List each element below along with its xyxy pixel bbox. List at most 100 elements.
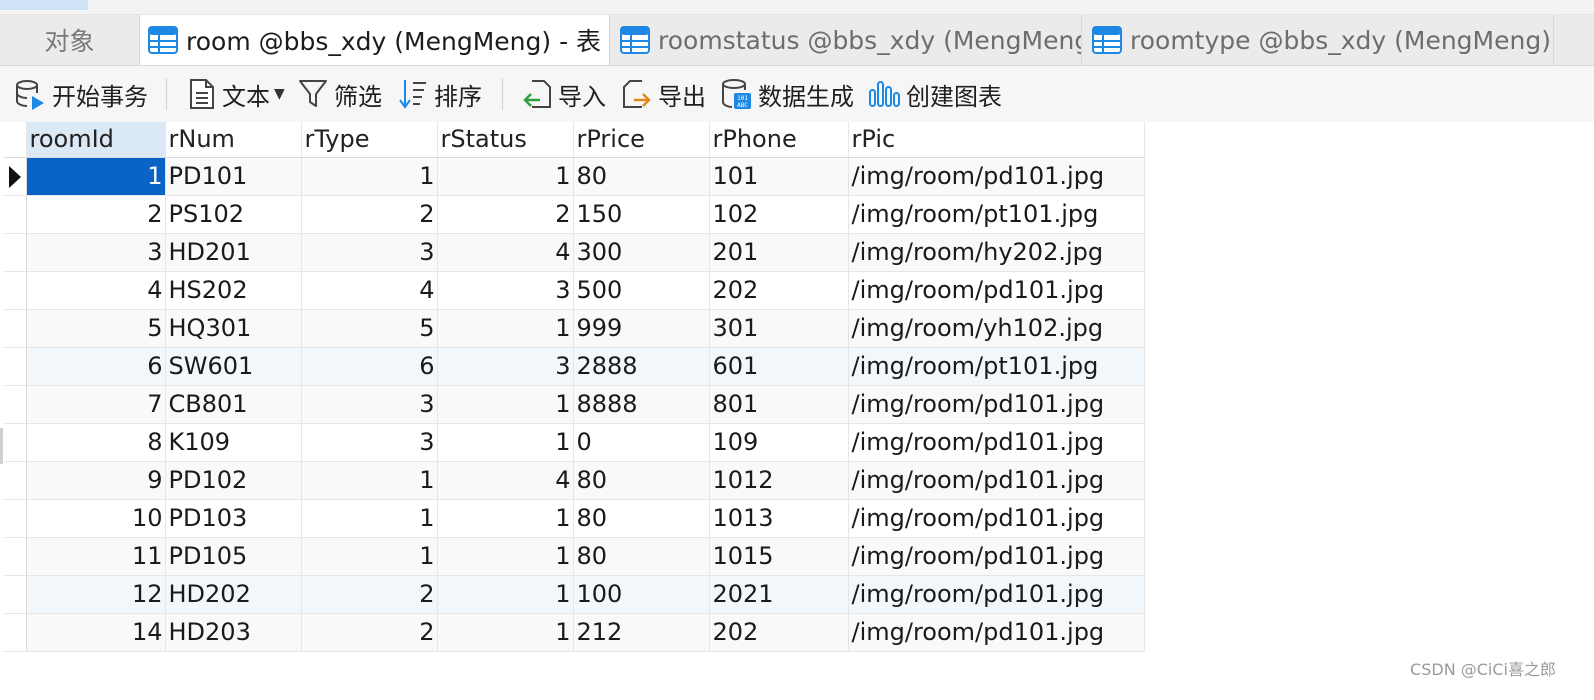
cell-rPhone[interactable]: 1015	[709, 537, 849, 576]
cell-rType[interactable]: 3	[301, 423, 438, 462]
cell-roomId[interactable]: 9	[26, 461, 166, 500]
cell-rPic[interactable]: /img/room/pd101.jpg	[848, 613, 1145, 652]
cell-rPrice[interactable]: 500	[573, 271, 710, 310]
panel-resize-handle[interactable]	[0, 428, 3, 464]
column-header-roomId[interactable]: roomId	[26, 122, 166, 158]
cell-rType[interactable]: 4	[301, 271, 438, 310]
table-row[interactable]: 4 HS202 4 3 500 202/img/room/pd101.jpg	[4, 271, 1145, 310]
cell-rPic[interactable]: /img/room/hy202.jpg	[848, 233, 1145, 272]
cell-rPrice[interactable]: 212	[573, 613, 710, 652]
cell-roomId[interactable]: 5	[26, 309, 166, 348]
cell-rPhone[interactable]: 201	[709, 233, 849, 272]
cell-rPrice[interactable]: 2888	[573, 347, 710, 386]
cell-rType[interactable]: 1	[301, 499, 438, 538]
table-row[interactable]: 5 HQ301 5 1 999 301/img/room/yh102.jpg	[4, 309, 1145, 348]
cell-rStatus[interactable]: 1	[437, 157, 574, 196]
cell-rType[interactable]: 6	[301, 347, 438, 386]
cell-rStatus[interactable]: 1	[437, 499, 574, 538]
tab-roomtype-table[interactable]: roomtype @bbs_xdy (MengMeng) ...	[1084, 15, 1554, 65]
row-indicator[interactable]	[4, 233, 27, 272]
row-indicator[interactable]	[4, 613, 27, 652]
cell-rPic[interactable]: /img/room/pd101.jpg	[848, 423, 1145, 462]
cell-rNum[interactable]: PD103	[165, 499, 302, 538]
cell-rPhone[interactable]: 301	[709, 309, 849, 348]
cell-rPhone[interactable]: 202	[709, 271, 849, 310]
column-header-rPrice[interactable]: rPrice	[573, 122, 710, 158]
table-row[interactable]: 6 SW601 6 3 2888 601/img/room/pt101.jpg	[4, 347, 1145, 386]
cell-rNum[interactable]: HD202	[165, 575, 302, 614]
cell-rPic[interactable]: /img/room/yh102.jpg	[848, 309, 1145, 348]
cell-rPrice[interactable]: 150	[573, 195, 710, 234]
import-button[interactable]: 导入	[522, 74, 606, 114]
cell-rPrice[interactable]: 80	[573, 461, 710, 500]
table-row[interactable]: 9 PD102 1 4 80 1012/img/room/pd101.jpg	[4, 461, 1145, 500]
tab-room-table[interactable]: room @bbs_xdy (MengMeng) - 表	[140, 15, 610, 65]
row-indicator[interactable]	[4, 537, 27, 576]
cell-rType[interactable]: 3	[301, 385, 438, 424]
cell-rType[interactable]: 2	[301, 613, 438, 652]
column-header-rPic[interactable]: rPic	[848, 122, 1145, 158]
cell-rStatus[interactable]: 3	[437, 271, 574, 310]
cell-rType[interactable]: 5	[301, 309, 438, 348]
cell-rStatus[interactable]: 2	[437, 195, 574, 234]
cell-roomId[interactable]: 2	[26, 195, 166, 234]
cell-roomId[interactable]: 7	[26, 385, 166, 424]
cell-rStatus[interactable]: 1	[437, 423, 574, 462]
export-button[interactable]: 导出	[622, 74, 706, 114]
table-row[interactable]: 12 HD202 2 1 100 2021/img/room/pd101.jpg	[4, 575, 1145, 614]
row-indicator[interactable]	[4, 195, 27, 234]
cell-rNum[interactable]: PD101	[165, 157, 302, 196]
column-header-rType[interactable]: rType	[301, 122, 438, 158]
cell-roomId[interactable]: 3	[26, 233, 166, 272]
cell-roomId[interactable]: 1	[26, 157, 166, 196]
sort-button[interactable]: 排序	[398, 74, 482, 114]
row-indicator[interactable]	[4, 461, 27, 500]
cell-rPhone[interactable]: 801	[709, 385, 849, 424]
row-indicator[interactable]	[4, 575, 27, 614]
row-indicator[interactable]	[4, 271, 27, 310]
cell-rStatus[interactable]: 4	[437, 461, 574, 500]
column-header-rNum[interactable]: rNum	[165, 122, 302, 158]
row-indicator[interactable]	[4, 499, 27, 538]
cell-rStatus[interactable]: 1	[437, 613, 574, 652]
cell-roomId[interactable]: 8	[26, 423, 166, 462]
cell-rType[interactable]: 1	[301, 461, 438, 500]
cell-roomId[interactable]: 10	[26, 499, 166, 538]
cell-rType[interactable]: 2	[301, 195, 438, 234]
column-header-rStatus[interactable]: rStatus	[437, 122, 574, 158]
cell-rPic[interactable]: /img/room/pd101.jpg	[848, 575, 1145, 614]
text-view-dropdown[interactable]: 文本 ▼	[188, 74, 285, 114]
table-row[interactable]: 8 K109 3 1 0 109/img/room/pd101.jpg	[4, 423, 1145, 462]
cell-rPhone[interactable]: 601	[709, 347, 849, 386]
cell-rPic[interactable]: /img/room/pd101.jpg	[848, 157, 1145, 196]
begin-transaction-button[interactable]: 开始事务	[14, 74, 148, 114]
cell-rPhone[interactable]: 1013	[709, 499, 849, 538]
cell-rStatus[interactable]: 1	[437, 537, 574, 576]
cell-rPhone[interactable]: 1012	[709, 461, 849, 500]
cell-rPrice[interactable]: 8888	[573, 385, 710, 424]
column-header-rPhone[interactable]: rPhone	[709, 122, 849, 158]
cell-rPrice[interactable]: 0	[573, 423, 710, 462]
cell-rPic[interactable]: /img/room/pd101.jpg	[848, 385, 1145, 424]
cell-rPhone[interactable]: 101	[709, 157, 849, 196]
cell-rPic[interactable]: /img/room/pt101.jpg	[848, 195, 1145, 234]
row-indicator[interactable]	[4, 309, 27, 348]
cell-roomId[interactable]: 4	[26, 271, 166, 310]
cell-rNum[interactable]: HQ301	[165, 309, 302, 348]
cell-rNum[interactable]: SW601	[165, 347, 302, 386]
data-generation-button[interactable]: 101 ABC 数据生成	[720, 74, 854, 114]
cell-rNum[interactable]: PS102	[165, 195, 302, 234]
cell-rStatus[interactable]: 1	[437, 575, 574, 614]
table-row[interactable]: 11 PD105 1 1 80 1015/img/room/pd101.jpg	[4, 537, 1145, 576]
cell-rPhone[interactable]: 109	[709, 423, 849, 462]
cell-roomId[interactable]: 6	[26, 347, 166, 386]
cell-roomId[interactable]: 12	[26, 575, 166, 614]
cell-rNum[interactable]: PD105	[165, 537, 302, 576]
cell-rPic[interactable]: /img/room/pd101.jpg	[848, 499, 1145, 538]
cell-rPrice[interactable]: 999	[573, 309, 710, 348]
cell-rPic[interactable]: /img/room/pd101.jpg	[848, 537, 1145, 576]
table-row[interactable]: 7 CB801 3 1 8888 801/img/room/pd101.jpg	[4, 385, 1145, 424]
cell-roomId[interactable]: 14	[26, 613, 166, 652]
cell-rType[interactable]: 3	[301, 233, 438, 272]
cell-rPrice[interactable]: 80	[573, 157, 710, 196]
